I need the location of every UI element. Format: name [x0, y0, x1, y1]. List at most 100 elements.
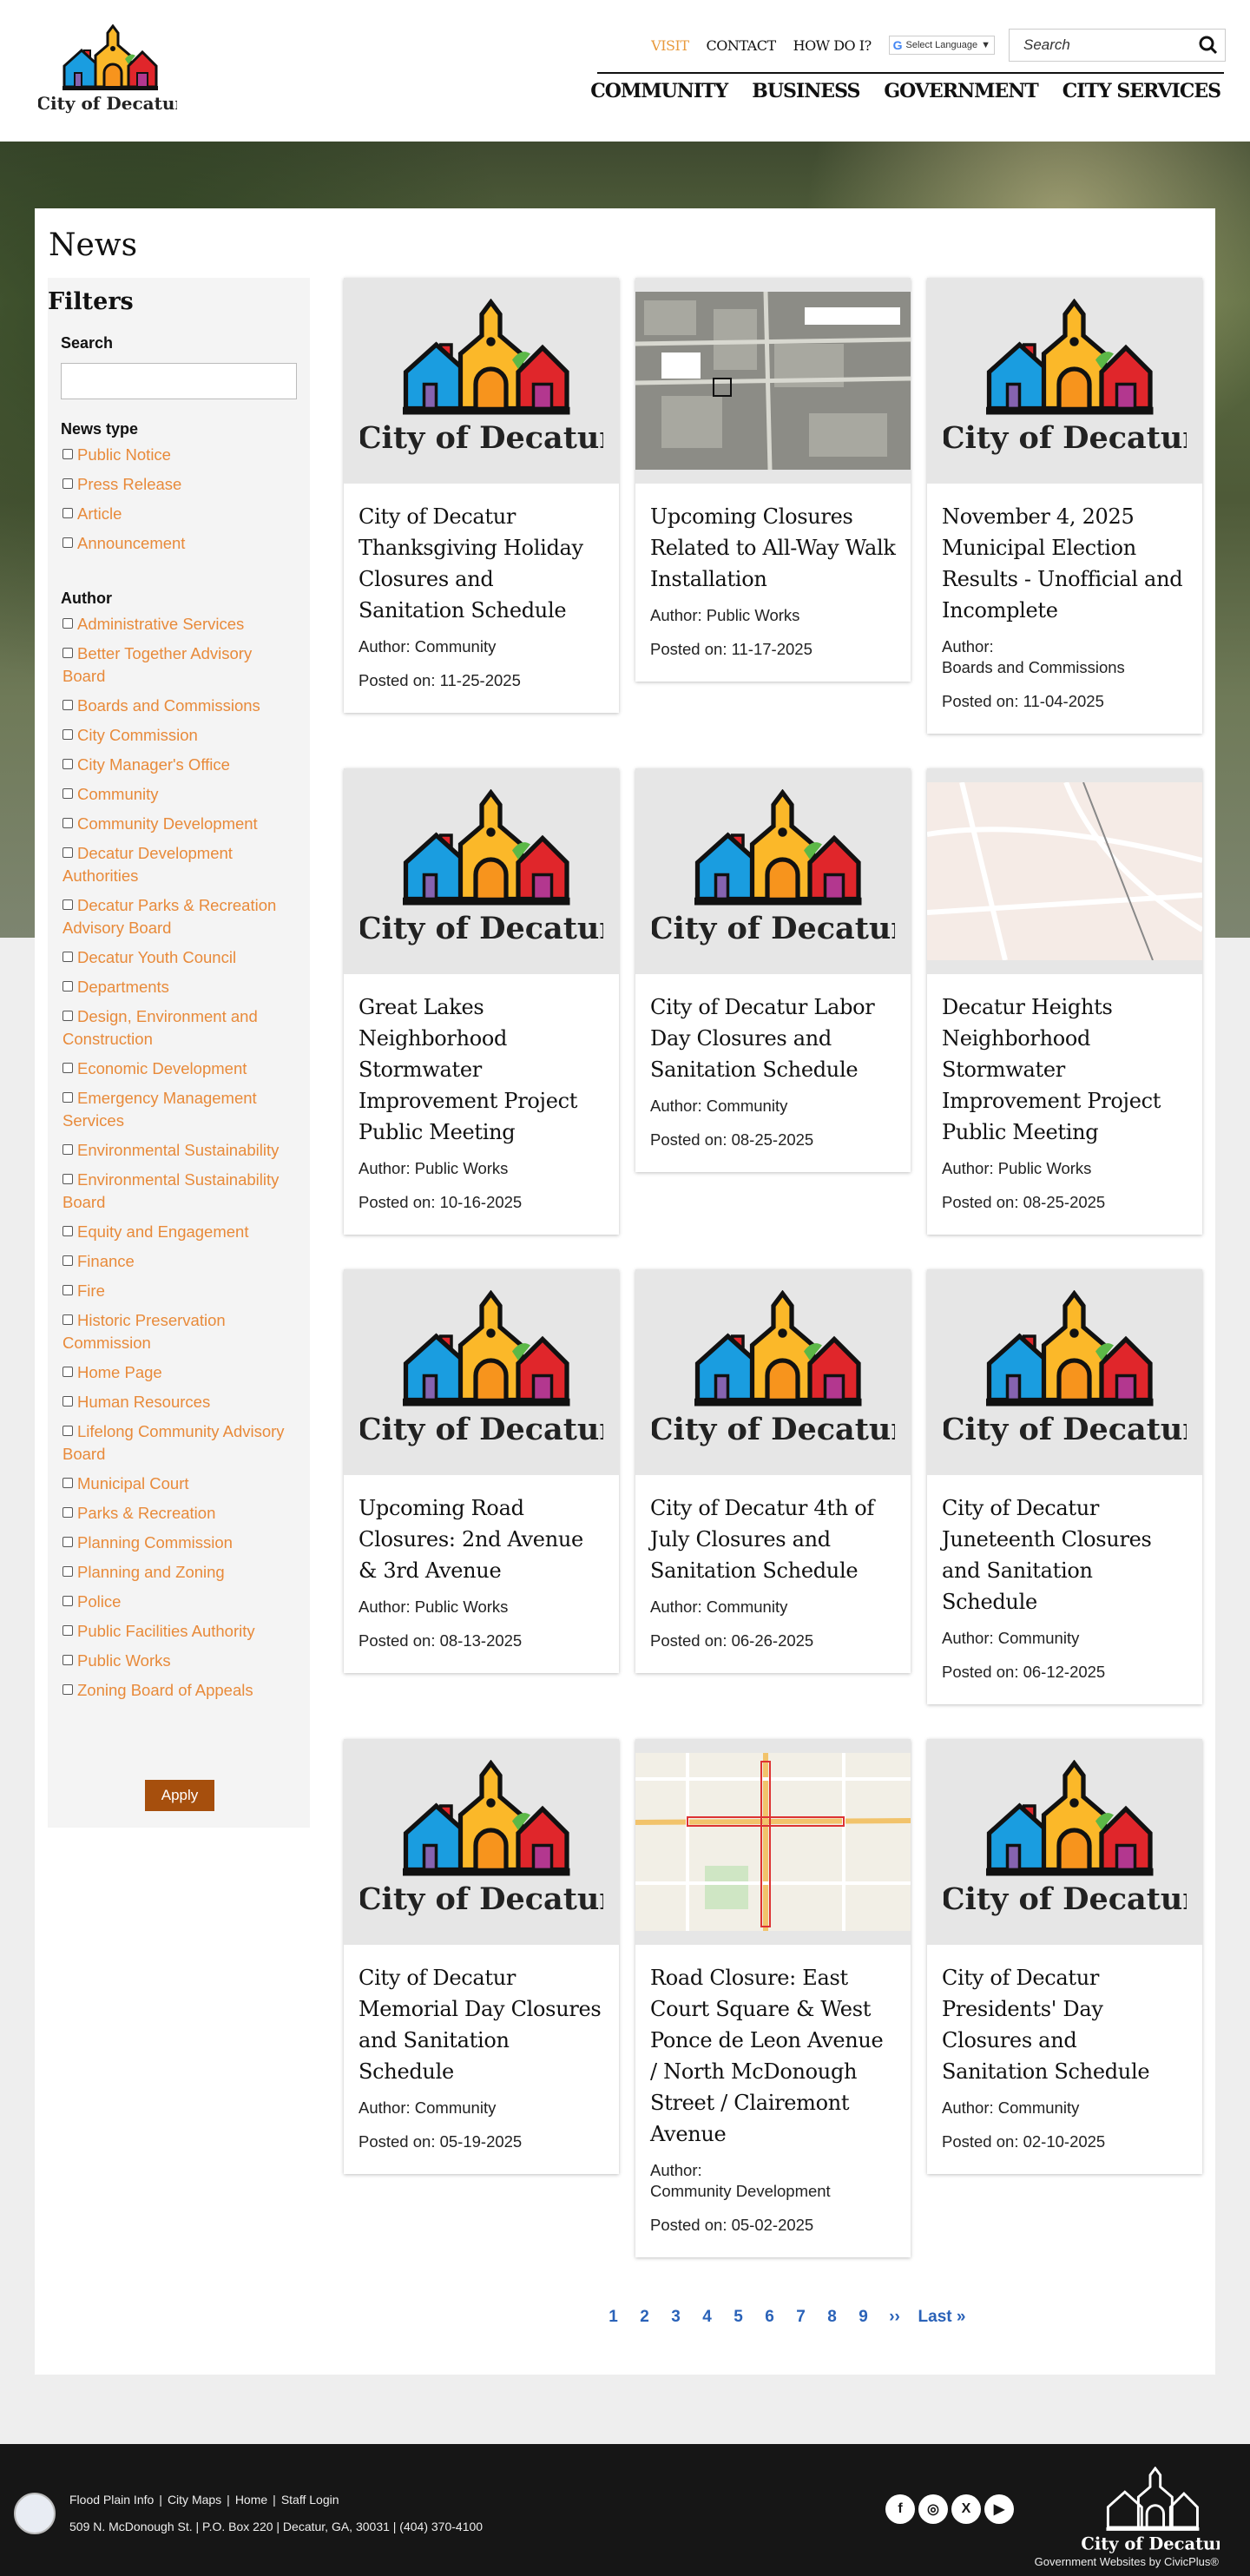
filter-option[interactable]: City Commission — [62, 724, 297, 747]
filter-option-label[interactable]: Press Release — [77, 475, 181, 493]
filter-option[interactable]: Zoning Board of Appeals — [62, 1679, 297, 1702]
checkbox[interactable] — [62, 818, 73, 828]
news-title-link[interactable]: City of Decatur Labor Day Closures and S… — [650, 992, 896, 1085]
filter-option[interactable]: City Manager's Office — [62, 754, 297, 776]
filter-option-label[interactable]: Home Page — [77, 1363, 162, 1381]
nav-community[interactable]: COMMUNITY — [590, 80, 728, 102]
news-title-link[interactable]: Upcoming Road Closures: 2nd Avenue & 3rd… — [359, 1492, 604, 1586]
checkbox[interactable] — [62, 1507, 73, 1518]
filter-option-label[interactable]: Article — [77, 504, 122, 523]
news-card[interactable]: Upcoming Road Closures: 2nd Avenue & 3rd… — [344, 1269, 619, 1673]
page-link-8[interactable]: 8 — [825, 2308, 840, 2327]
filter-option-label[interactable]: Better Together Advisory Board — [62, 644, 252, 685]
nav-city-services[interactable]: CITY SERVICES — [1062, 80, 1221, 102]
facebook-icon[interactable]: f — [885, 2494, 915, 2524]
filter-option[interactable]: Home Page — [62, 1361, 297, 1384]
news-thumbnail[interactable] — [344, 1269, 619, 1475]
checkbox[interactable] — [62, 1314, 73, 1325]
footer-logo[interactable] — [1081, 2467, 1220, 2558]
apply-button[interactable]: Apply — [145, 1780, 214, 1811]
news-title-link[interactable]: City of Decatur Memorial Day Closures an… — [359, 1962, 604, 2087]
news-title-link[interactable]: City of Decatur Presidents' Day Closures… — [942, 1962, 1188, 2087]
page-link-6[interactable]: 6 — [762, 2308, 778, 2327]
news-card[interactable]: City of Decatur Thanksgiving Holiday Clo… — [344, 278, 619, 713]
news-thumbnail[interactable] — [635, 768, 911, 974]
news-thumbnail[interactable] — [344, 1739, 619, 1945]
filter-option[interactable]: Municipal Court — [62, 1472, 297, 1495]
checkbox[interactable] — [62, 759, 73, 769]
news-card[interactable]: City of Decatur Memorial Day Closures an… — [344, 1739, 619, 2174]
filter-option[interactable]: Environmental Sustainability — [62, 1139, 297, 1162]
next-page-link[interactable]: ›› — [887, 2308, 903, 2327]
checkbox[interactable] — [62, 899, 73, 910]
filter-option-label[interactable]: Boards and Commissions — [77, 696, 260, 715]
page-link-2[interactable]: 2 — [637, 2308, 653, 2327]
filter-option[interactable]: Public Notice — [62, 444, 297, 466]
filter-search-input[interactable] — [61, 363, 297, 399]
news-card[interactable]: Road Closure: East Court Square & West P… — [635, 1739, 911, 2257]
news-thumbnail[interactable] — [344, 768, 619, 974]
news-thumbnail[interactable] — [635, 278, 911, 484]
x-icon[interactable]: X — [951, 2494, 981, 2524]
civicplus-credit[interactable]: Government Websites by CivicPlus® — [1035, 2555, 1219, 2568]
news-card[interactable]: Upcoming Closures Related to All-Way Wal… — [635, 278, 911, 682]
page-link-1[interactable]: 1 — [606, 2308, 622, 2327]
filter-option[interactable]: Community — [62, 783, 297, 806]
footer-link[interactable]: Staff Login — [281, 2493, 339, 2507]
filter-option[interactable]: Equity and Engagement — [62, 1221, 297, 1243]
filter-option-label[interactable]: Community — [77, 785, 159, 803]
filter-option[interactable]: Emergency Management Services — [62, 1087, 297, 1132]
filter-option-label[interactable]: City Commission — [77, 726, 198, 744]
filter-option-label[interactable]: Decatur Parks & Recreation Advisory Boar… — [62, 896, 276, 937]
checkbox[interactable] — [62, 1537, 73, 1547]
news-title-link[interactable]: Road Closure: East Court Square & West P… — [650, 1962, 896, 2150]
filter-option-label[interactable]: Announcement — [77, 534, 185, 552]
news-title-link[interactable]: City of Decatur Thanksgiving Holiday Clo… — [359, 501, 604, 626]
news-thumbnail[interactable] — [635, 1739, 911, 1945]
news-card[interactable]: City of Decatur Labor Day Closures and S… — [635, 768, 911, 1172]
footer-link[interactable]: Flood Plain Info — [69, 2493, 154, 2507]
news-card[interactable]: City of Decatur Presidents' Day Closures… — [927, 1739, 1202, 2174]
youtube-icon[interactable]: ▶ — [984, 2494, 1014, 2524]
news-thumbnail[interactable] — [927, 1739, 1202, 1945]
filter-option-label[interactable]: Parks & Recreation — [77, 1504, 215, 1522]
filter-option[interactable]: Fire — [62, 1280, 297, 1302]
filter-option[interactable]: Departments — [62, 976, 297, 998]
filter-option-label[interactable]: Fire — [77, 1281, 105, 1300]
filter-option[interactable]: Economic Development — [62, 1057, 297, 1080]
filter-option[interactable]: Decatur Development Authorities — [62, 842, 297, 887]
filter-option-label[interactable]: Emergency Management Services — [62, 1089, 257, 1130]
site-search-input[interactable]: Search — [1009, 29, 1226, 62]
checkbox[interactable] — [62, 618, 73, 629]
filter-option[interactable]: Human Resources — [62, 1391, 297, 1413]
filter-option-label[interactable]: Finance — [77, 1252, 135, 1270]
checkbox[interactable] — [62, 1478, 73, 1488]
filter-option-label[interactable]: Environmental Sustainability Board — [62, 1170, 279, 1211]
filter-option-label[interactable]: Public Facilities Authority — [77, 1622, 255, 1640]
visit-link[interactable]: VISIT — [651, 37, 689, 54]
checkbox[interactable] — [62, 1092, 73, 1103]
checkbox[interactable] — [62, 700, 73, 710]
checkbox[interactable] — [62, 1367, 73, 1377]
filter-option[interactable]: Public Works — [62, 1650, 297, 1672]
filter-option-label[interactable]: Public Notice — [77, 445, 171, 464]
news-title-link[interactable]: Upcoming Closures Related to All-Way Wal… — [650, 501, 896, 595]
filter-option-label[interactable]: Municipal Court — [77, 1474, 189, 1492]
checkbox[interactable] — [62, 952, 73, 962]
filter-option-label[interactable]: Economic Development — [77, 1059, 247, 1077]
filter-option[interactable]: Parks & Recreation — [62, 1502, 297, 1525]
contact-link[interactable]: CONTACT — [706, 37, 776, 54]
how-do-i-link[interactable]: HOW DO I? — [793, 37, 872, 54]
filter-option-label[interactable]: Community Development — [77, 814, 258, 833]
news-title-link[interactable]: Great Lakes Neighborhood Stormwater Impr… — [359, 992, 604, 1148]
filter-option[interactable]: Community Development — [62, 813, 297, 835]
news-card[interactable]: City of Decatur 4th of July Closures and… — [635, 1269, 911, 1673]
page-link-3[interactable]: 3 — [668, 2308, 684, 2327]
checkbox[interactable] — [62, 1566, 73, 1577]
filter-option[interactable]: Police — [62, 1591, 297, 1613]
checkbox[interactable] — [62, 1625, 73, 1636]
filter-option[interactable]: Administrative Services — [62, 613, 297, 636]
news-thumbnail[interactable] — [927, 768, 1202, 974]
checkbox[interactable] — [62, 449, 73, 459]
filter-option[interactable]: Historic Preservation Commission — [62, 1309, 297, 1354]
